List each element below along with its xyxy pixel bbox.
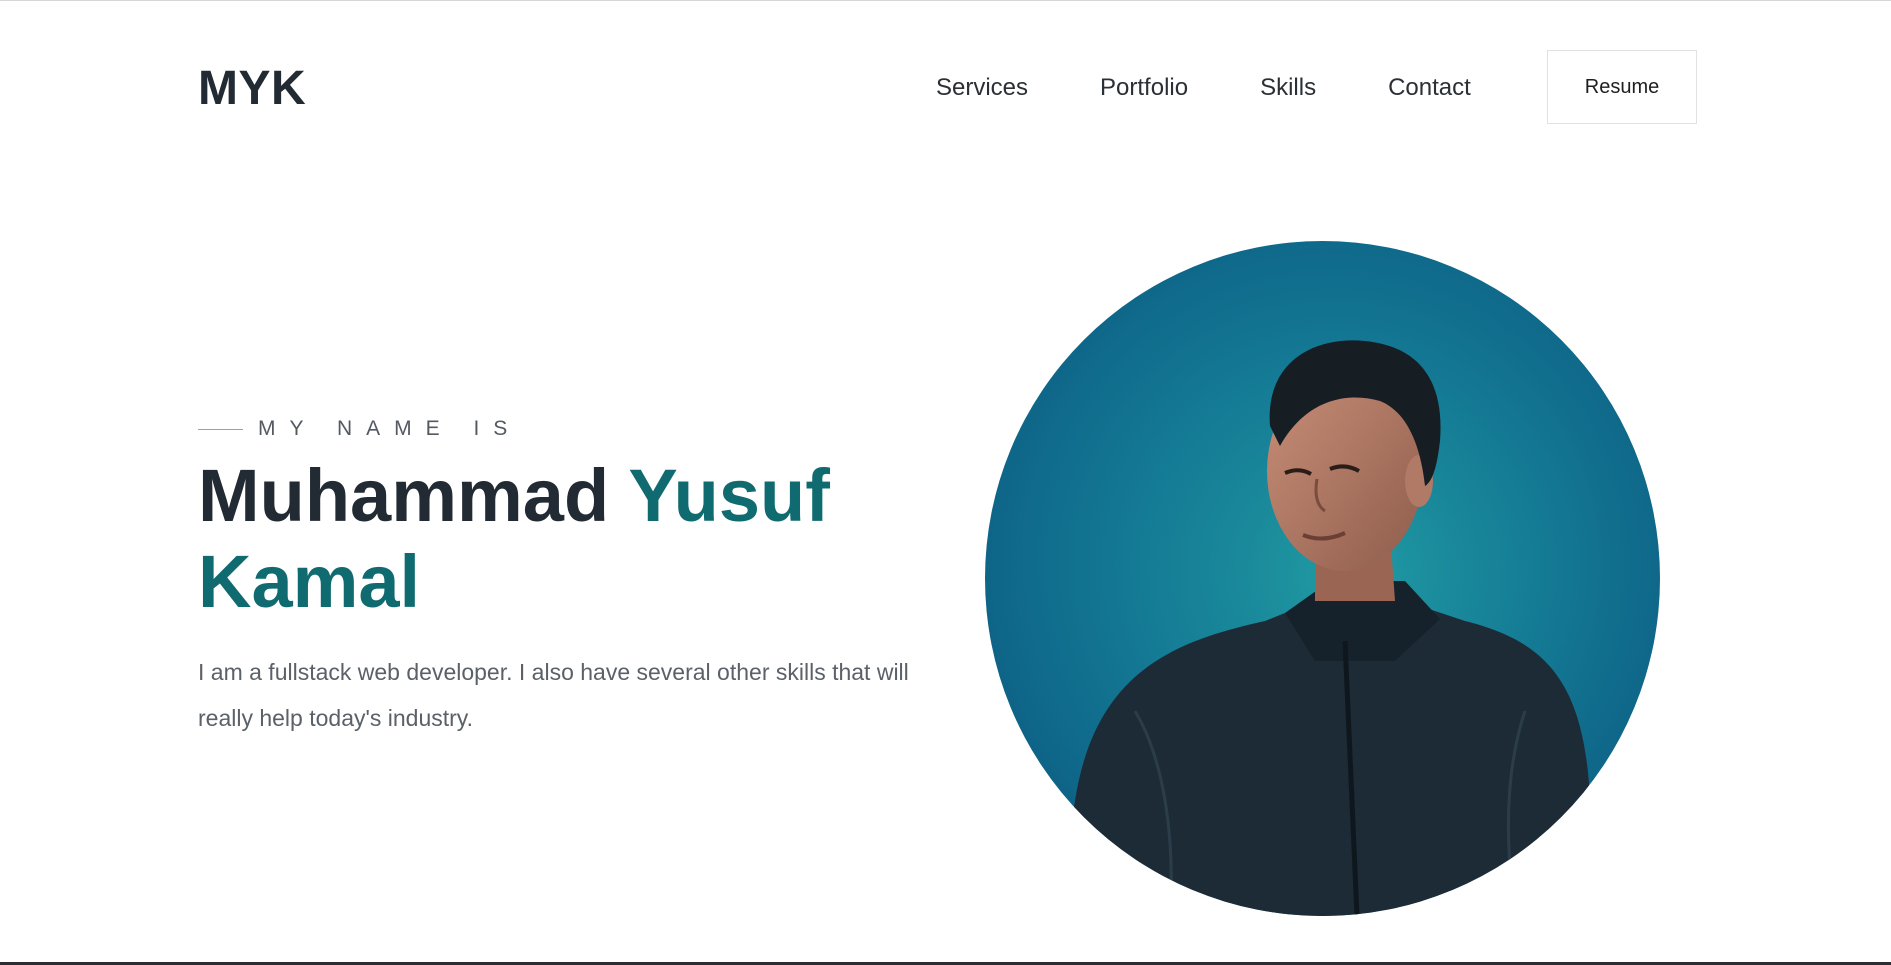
main-nav: Services Portfolio Skills Contact	[936, 71, 1471, 105]
profile-photo-illustration	[985, 241, 1660, 916]
hero-eyebrow: MY NAME IS	[198, 415, 521, 443]
hero-name: Muhammad Yusuf Kamal	[198, 453, 958, 625]
page: MYK Services Portfolio Skills Contact Re…	[0, 0, 1891, 965]
nav-link-skills[interactable]: Skills	[1260, 71, 1316, 105]
eyebrow-divider	[198, 428, 243, 430]
nav-link-contact[interactable]: Contact	[1388, 71, 1471, 105]
site-logo[interactable]: MYK	[198, 61, 306, 117]
profile-photo	[985, 241, 1660, 916]
nav-link-portfolio[interactable]: Portfolio	[1100, 71, 1188, 105]
hero-description: I am a fullstack web developer. I also h…	[198, 659, 909, 731]
eyebrow-text: MY NAME IS	[258, 417, 522, 440]
nav-link-services[interactable]: Services	[936, 71, 1028, 105]
resume-button[interactable]: Resume	[1547, 50, 1697, 124]
hero-name-first: Muhammad	[198, 454, 610, 537]
